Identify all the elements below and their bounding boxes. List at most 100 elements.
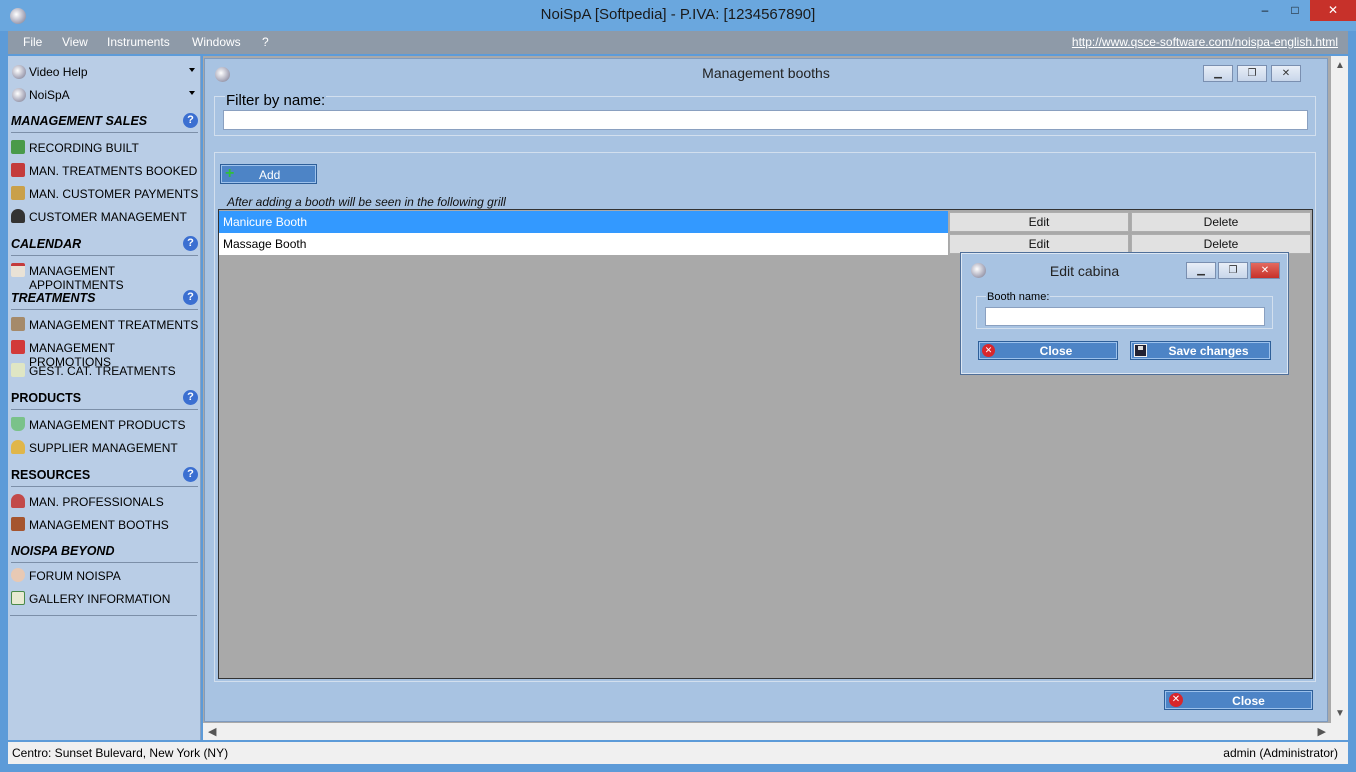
menu-file[interactable]: File: [23, 35, 42, 49]
armchair-icon: [11, 317, 25, 331]
section-products: PRODUCTS ?: [11, 388, 198, 410]
sidebar-item-appointments[interactable]: MANAGEMENT APPOINTMENTS: [10, 260, 199, 292]
sidebar-item-label: RECORDING BUILT: [29, 141, 139, 155]
child-minimize-button[interactable]: ▁: [1203, 65, 1233, 82]
edit-button[interactable]: Edit: [949, 234, 1129, 254]
delete-button[interactable]: Delete: [1131, 212, 1311, 232]
menu-view[interactable]: View: [62, 35, 88, 49]
chevron-down-icon: [189, 91, 195, 95]
door-icon: [11, 517, 25, 531]
add-booth-button[interactable]: + Add: [220, 164, 317, 184]
scroll-down-icon[interactable]: ▼: [1335, 708, 1345, 719]
menu-instruments[interactable]: Instruments: [107, 35, 170, 49]
chevron-down-icon: [189, 68, 195, 72]
child-restore-button[interactable]: ❐: [1237, 65, 1267, 82]
money-bag-icon: [11, 186, 25, 200]
sidebar-item-gallery[interactable]: GALLERY INFORMATION: [10, 588, 199, 610]
sidebar-item-label: MANAGEMENT TREATMENTS: [29, 318, 199, 332]
sidebar-item-management-promotions[interactable]: MANAGEMENT PROMOTIONS: [10, 337, 199, 369]
scroll-left-icon[interactable]: ◀: [208, 725, 216, 738]
filter-name-input[interactable]: [223, 110, 1308, 130]
flask-icon: [11, 417, 25, 431]
megaphone-icon: [11, 340, 25, 354]
add-button-label: Add: [259, 168, 281, 182]
sidebar-item-treatments-booked[interactable]: MAN. TREATMENTS BOOKED: [10, 160, 199, 182]
help-icon[interactable]: ?: [183, 290, 198, 305]
sidebar-item-label: MANAGEMENT BOOTHS: [29, 518, 169, 532]
dropdown-label: NoiSpA: [29, 88, 70, 102]
booth-name-cell[interactable]: Massage Booth: [219, 233, 948, 255]
help-icon[interactable]: ?: [183, 236, 198, 251]
sidebar-item-treatment-categories[interactable]: GEST. CAT. TREATMENTS: [10, 360, 199, 382]
booth-name-label: Booth name:: [986, 291, 1051, 303]
menu-help[interactable]: ?: [262, 35, 269, 49]
heart-icon: [11, 568, 25, 582]
section-title: RESOURCES: [11, 468, 91, 482]
section-management-sales: MANAGEMENT SALES ?: [11, 111, 198, 133]
maximize-button[interactable]: □: [1280, 0, 1310, 21]
dialog-close-action-button[interactable]: ✕ Close: [978, 341, 1118, 360]
section-title: NOISPA BEYOND: [11, 544, 115, 558]
section-treatments: TREATMENTS ?: [11, 288, 198, 310]
help-icon[interactable]: ?: [183, 467, 198, 482]
minimize-button[interactable]: ‒: [1250, 0, 1280, 21]
noispa-dropdown[interactable]: NoiSpA: [10, 85, 199, 105]
video-help-dropdown[interactable]: Video Help: [10, 62, 199, 82]
sidebar-item-label: MAN. CUSTOMER PAYMENTS: [29, 187, 199, 201]
professional-icon: [11, 494, 25, 508]
sidebar-item-customer-payments[interactable]: MAN. CUSTOMER PAYMENTS: [10, 183, 199, 205]
booth-name-cell[interactable]: Manicure Booth: [219, 211, 948, 233]
website-link[interactable]: http://www.qsce-software.com/noispa-engl…: [1072, 35, 1338, 49]
child-close-button[interactable]: ✕: [1271, 65, 1301, 82]
edit-cabina-dialog: Edit cabina ▁ ❐ ✕ Booth name: ✕ Close Sa…: [960, 252, 1289, 375]
scroll-up-icon[interactable]: ▲: [1335, 60, 1345, 71]
gallery-board-icon: [11, 591, 25, 605]
save-changes-button[interactable]: Save changes: [1130, 341, 1271, 360]
vertical-scrollbar[interactable]: ▲ ▼: [1331, 56, 1348, 723]
horizontal-scrollbar[interactable]: ◀ ▶: [203, 723, 1348, 740]
sidebar-item-customer-management[interactable]: CUSTOMER MANAGEMENT: [10, 206, 199, 228]
disc-icon: [12, 65, 26, 79]
delete-button[interactable]: Delete: [1131, 234, 1311, 254]
menu-windows[interactable]: Windows: [192, 35, 241, 49]
sidebar-item-supplier-management[interactable]: SUPPLIER MANAGEMENT: [10, 437, 199, 459]
plus-icon: +: [225, 165, 235, 182]
booth-name-input[interactable]: [985, 307, 1265, 326]
status-location: Centro: Sunset Bulevard, New York (NY): [12, 746, 229, 760]
dialog-close-button[interactable]: ✕: [1250, 262, 1280, 279]
dialog-restore-button[interactable]: ❐: [1218, 262, 1248, 279]
dropdown-label: Video Help: [29, 65, 88, 79]
sidebar-item-label: GEST. CAT. TREATMENTS: [29, 364, 176, 378]
close-label: Close: [1039, 344, 1073, 358]
status-user: admin (Administrator): [1223, 746, 1338, 760]
sidebar-item-label: CUSTOMER MANAGEMENT: [29, 210, 187, 224]
scroll-right-icon[interactable]: ▶: [1318, 725, 1326, 738]
sidebar-item-management-products[interactable]: MANAGEMENT PRODUCTS: [10, 414, 199, 436]
window-title: NoiSpA [Softpedia] - P.IVA: [1234567890]: [540, 6, 816, 23]
sidebar-item-label: MAN. TREATMENTS BOOKED: [29, 164, 198, 178]
close-window-button[interactable]: ✕: [1310, 0, 1356, 21]
note-pencil-icon: [11, 363, 25, 377]
sidebar-item-label: SUPPLIER MANAGEMENT: [29, 441, 178, 455]
divider: [11, 562, 198, 563]
sidebar-item-professionals[interactable]: MAN. PROFESSIONALS: [10, 491, 199, 513]
divider: [11, 132, 198, 133]
sidebar-item-label: GALLERY INFORMATION: [29, 592, 171, 606]
divider: [11, 486, 198, 487]
sidebar-item-management-booths[interactable]: MANAGEMENT BOOTHS: [10, 514, 199, 536]
table-row[interactable]: Manicure Booth Edit Delete: [219, 211, 1312, 233]
help-icon[interactable]: ?: [183, 113, 198, 128]
sidebar-item-management-treatments[interactable]: MANAGEMENT TREATMENTS: [10, 314, 199, 336]
section-resources: RESOURCES ?: [11, 465, 198, 487]
sidebar-item-label: MAN. PROFESSIONALS: [29, 495, 164, 509]
sidebar-item-recording-built[interactable]: RECORDING BUILT: [10, 137, 199, 159]
sidebar: Video Help NoiSpA MANAGEMENT SALES ? REC…: [8, 56, 201, 740]
dialog-minimize-button[interactable]: ▁: [1186, 262, 1216, 279]
close-booths-button[interactable]: ✕ Close: [1164, 690, 1313, 710]
section-noispa-beyond: NOISPA BEYOND: [11, 541, 198, 563]
filter-label: Filter by name:: [225, 92, 327, 109]
edit-button[interactable]: Edit: [949, 212, 1129, 232]
help-icon[interactable]: ?: [183, 390, 198, 405]
save-label: Save changes: [1168, 344, 1249, 358]
sidebar-item-forum[interactable]: FORUM NOISPA: [10, 565, 199, 587]
